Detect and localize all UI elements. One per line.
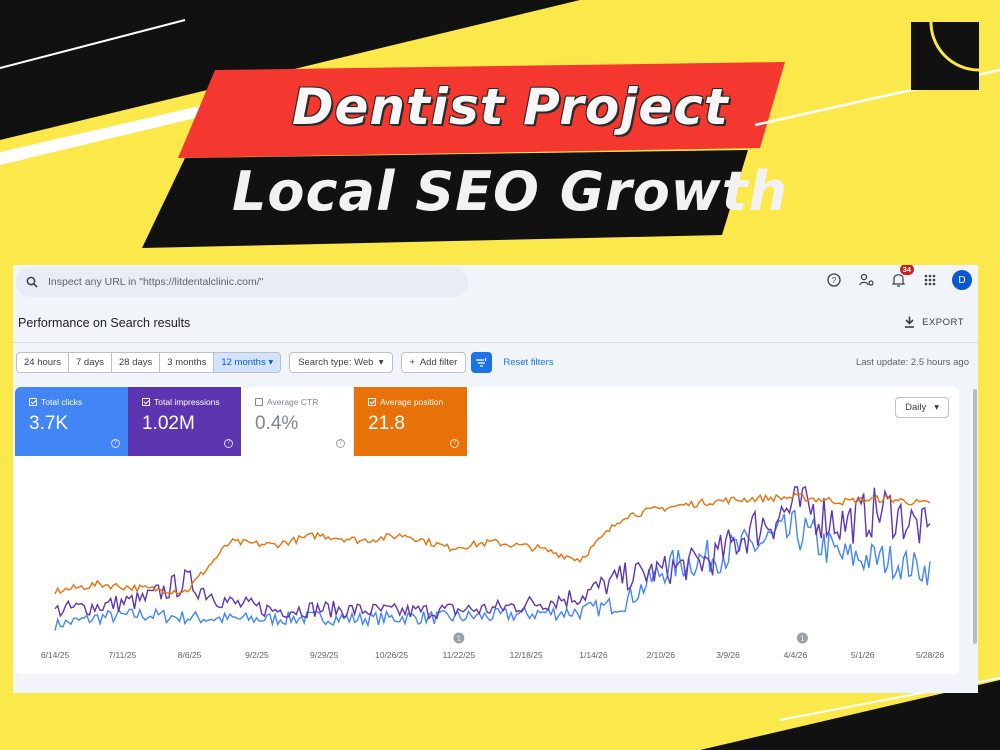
- export-label: EXPORT: [922, 316, 964, 328]
- date-range-selector: 24 hours 7 days 28 days 3 months 12 mont…: [16, 352, 282, 373]
- search-type-dropdown[interactable]: Search type: Web ▾: [289, 352, 393, 373]
- range-24-hours[interactable]: 24 hours: [17, 353, 69, 372]
- banner-title-line2: Local SEO Growth: [232, 160, 788, 223]
- x-tick-label: 5/1/26: [851, 650, 875, 660]
- search-console-panel: Inspect any URL in "https://litdentalcli…: [13, 265, 978, 693]
- caret-down-icon: ▾: [934, 402, 939, 413]
- divider: [13, 342, 978, 343]
- x-tick-label: 10/26/25: [375, 650, 408, 660]
- add-filter-label: Add filter: [419, 357, 458, 368]
- metric-label: Total impressions: [154, 397, 220, 407]
- metric-value: 21.8: [368, 413, 405, 434]
- caret-down-icon: ▾: [376, 357, 384, 368]
- metric-value: 3.7K: [29, 413, 69, 434]
- range-28-days[interactable]: 28 days: [112, 353, 161, 372]
- x-tick-label: 6/14/25: [41, 650, 70, 660]
- series-line-total-impressions: [54, 486, 931, 620]
- add-filter-button[interactable]: + Add filter: [400, 352, 467, 373]
- x-tick-label: 7/11/25: [108, 650, 136, 660]
- last-update-text: Last update: 2.5 hours ago: [855, 357, 969, 368]
- metric-label: Average position: [380, 397, 444, 407]
- reset-filters-link[interactable]: Reset filters: [503, 357, 553, 368]
- x-tick-label: 2/10/26: [647, 650, 676, 660]
- checkbox-icon[interactable]: [255, 398, 263, 406]
- checkbox-icon[interactable]: [29, 398, 37, 406]
- help-icon[interactable]: ?: [224, 439, 233, 448]
- x-tick-label: 5/28/26: [916, 650, 945, 660]
- toolbar-icons: ? 34 D: [824, 265, 972, 290]
- metric-label: Average CTR: [267, 397, 319, 407]
- x-tick-label: 9/29/25: [310, 650, 339, 660]
- x-tick-label: 3/9/26: [716, 650, 740, 660]
- annotation-label: 1: [800, 636, 804, 643]
- bell-icon[interactable]: 34: [888, 265, 914, 290]
- top-bar: Inspect any URL in "https://litdentalcli…: [13, 265, 978, 301]
- notification-count-badge: 34: [899, 265, 914, 275]
- apps-grid-icon[interactable]: [920, 270, 940, 290]
- help-icon[interactable]: ?: [824, 270, 844, 290]
- x-tick-label: 1/14/26: [579, 650, 608, 660]
- metric-average-position[interactable]: Average position 21.8 ?: [354, 387, 467, 456]
- metric-label: Total clicks: [41, 397, 83, 407]
- metric-average-ctr[interactable]: Average CTR 0.4% ?: [241, 387, 354, 456]
- search-icon: [26, 276, 38, 288]
- download-icon: [905, 316, 915, 328]
- x-tick-label: 11/22/25: [443, 650, 476, 660]
- checkbox-icon[interactable]: [142, 398, 150, 406]
- plus-icon: +: [409, 357, 418, 368]
- url-inspect-search[interactable]: Inspect any URL in "https://litdentalcli…: [16, 267, 468, 297]
- x-tick-label: 8/6/25: [178, 650, 202, 660]
- help-icon[interactable]: ?: [111, 439, 120, 448]
- export-button[interactable]: EXPORT: [904, 316, 964, 328]
- range-3-months[interactable]: 3 months: [160, 353, 215, 372]
- x-tick-label: 9/2/25: [245, 650, 269, 660]
- svg-text:?: ?: [832, 276, 837, 285]
- help-icon[interactable]: ?: [450, 439, 459, 448]
- x-tick-label: 4/4/26: [784, 650, 808, 660]
- metric-value: 1.02M: [142, 413, 195, 434]
- page-title: Performance on Search results: [18, 316, 191, 330]
- help-icon[interactable]: ?: [336, 439, 345, 448]
- x-tick-label: 12/18/25: [510, 650, 543, 660]
- range-12-months[interactable]: 12 months ▾: [214, 353, 281, 372]
- granularity-label: Daily: [905, 402, 927, 413]
- checkbox-icon[interactable]: [368, 398, 376, 406]
- granularity-dropdown[interactable]: Daily ▾: [895, 397, 949, 418]
- search-type-label: Search type: Web: [298, 357, 374, 368]
- filter-bar: 24 hours 7 days 28 days 3 months 12 mont…: [16, 352, 554, 373]
- manage-users-icon[interactable]: [856, 270, 876, 290]
- filter-icon[interactable]: [471, 352, 493, 373]
- search-input[interactable]: Inspect any URL in "https://litdentalcli…: [48, 276, 263, 288]
- metric-value: 0.4%: [255, 413, 299, 434]
- banner-title-line1: Dentist Project: [292, 78, 729, 136]
- corner-logo-mark: [911, 22, 979, 90]
- performance-card: 1 1 6/14/25 7/11/25 8/6/25 9/2/25 9/29/25 10/26…: [15, 387, 959, 674]
- avatar[interactable]: D: [952, 270, 972, 290]
- annotation-label: 1: [457, 636, 461, 643]
- scrollbar[interactable]: [973, 389, 977, 644]
- metric-total-clicks[interactable]: Total clicks 3.7K ?: [15, 387, 128, 456]
- metric-total-impressions[interactable]: Total impressions 1.02M ?: [128, 387, 241, 456]
- range-7-days[interactable]: 7 days: [69, 353, 112, 372]
